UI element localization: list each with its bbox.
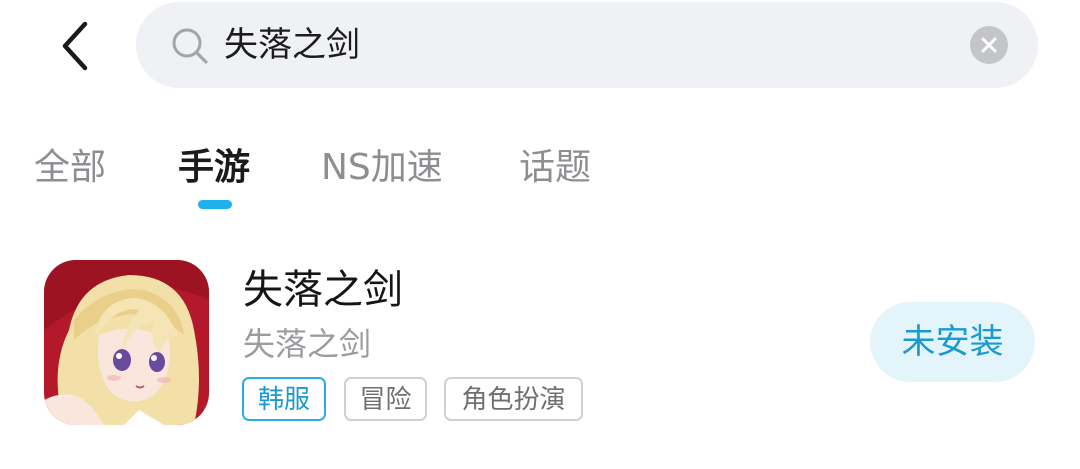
active-tab-indicator	[198, 200, 232, 209]
app-name[interactable]: 失落之剑	[243, 262, 403, 318]
tag-adventure: 冒险	[344, 377, 427, 421]
tab-mobile-games[interactable]: 手游	[178, 138, 250, 198]
tag-korean-server: 韩服	[242, 377, 326, 421]
tab-all[interactable]: 全部	[34, 138, 106, 198]
install-status-button[interactable]: 未安装	[870, 302, 1035, 382]
search-input[interactable]	[224, 22, 944, 68]
tab-topics[interactable]: 话题	[519, 138, 591, 198]
chevron-left-icon	[62, 21, 88, 71]
app-icon[interactable]	[44, 260, 209, 425]
back-button[interactable]	[50, 14, 100, 78]
tag-rpg: 角色扮演	[444, 377, 583, 421]
tab-ns-accelerate[interactable]: NS加速	[321, 138, 443, 198]
search-bar	[136, 2, 1038, 88]
app-subtitle: 失落之剑	[243, 325, 372, 363]
clear-icon	[981, 37, 997, 53]
search-icon	[172, 28, 208, 64]
clear-search-button[interactable]	[970, 26, 1008, 64]
